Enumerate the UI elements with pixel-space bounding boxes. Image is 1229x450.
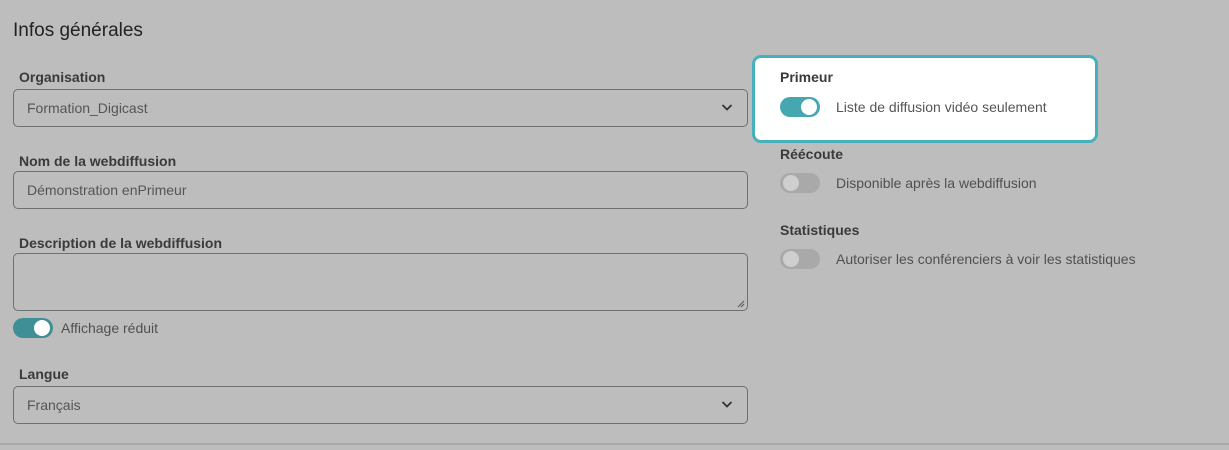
language-select[interactable]: Français [13, 386, 748, 424]
language-label: Langue [19, 366, 69, 382]
description-label: Description de la webdiffusion [19, 235, 223, 251]
toggle-knob [783, 251, 799, 267]
language-value: Français [27, 397, 81, 413]
compact-view-label: Affichage réduit [61, 320, 159, 336]
stats-toggle-label: Autoriser les conférenciers à voir les s… [836, 251, 1136, 267]
organisation-value: Formation_Digicast [27, 100, 148, 116]
webcast-name-label: Nom de la webdiffusion [19, 153, 177, 169]
divider [0, 443, 1229, 445]
toggle-knob [34, 320, 50, 336]
replay-toggle-label: Disponible après la webdiffusion [836, 175, 1037, 191]
premiere-toggle[interactable] [780, 97, 820, 117]
chevron-down-icon [721, 104, 733, 111]
premiere-toggle-label: Liste de diffusion vidéo seulement [836, 99, 1047, 115]
resize-handle-icon[interactable] [737, 300, 745, 308]
stats-toggle[interactable] [780, 249, 820, 269]
replay-title: Réécoute [780, 146, 844, 162]
stats-title: Statistiques [780, 222, 860, 238]
toggle-knob [801, 99, 817, 115]
toggle-knob [783, 175, 799, 191]
chevron-down-icon [721, 401, 733, 408]
organisation-label: Organisation [19, 69, 106, 85]
form-page: Infos générales Organisation Formation_D… [0, 0, 1229, 450]
compact-view-toggle[interactable] [13, 318, 53, 338]
webcast-name-input[interactable]: Démonstration enPrimeur [13, 171, 748, 209]
organisation-select[interactable]: Formation_Digicast [13, 89, 748, 127]
description-textarea[interactable] [13, 253, 748, 311]
webcast-name-value: Démonstration enPrimeur [27, 182, 187, 198]
replay-toggle[interactable] [780, 173, 820, 193]
premiere-title: Primeur [780, 69, 833, 85]
section-title: Infos générales [13, 20, 143, 41]
